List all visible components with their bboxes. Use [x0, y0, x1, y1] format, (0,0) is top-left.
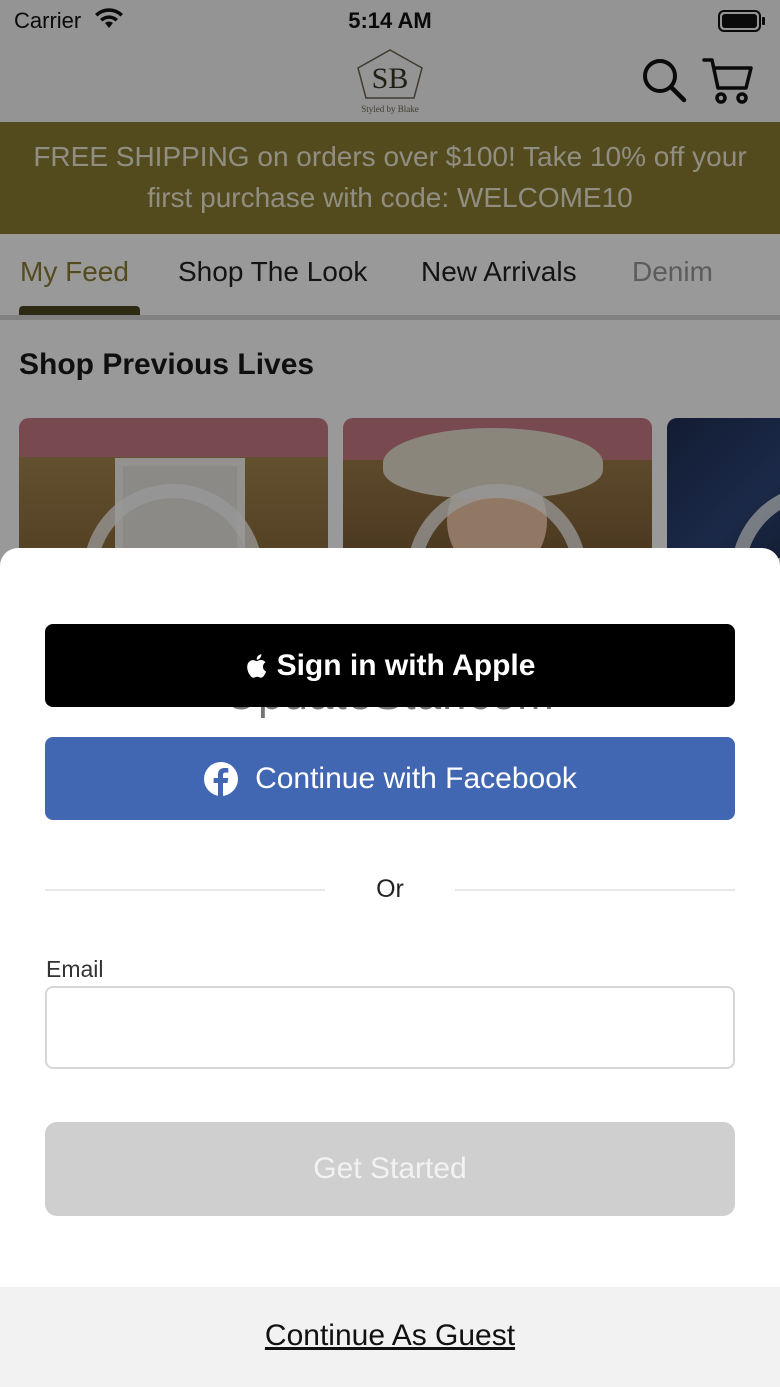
facebook-icon	[204, 761, 239, 797]
divider-right	[455, 889, 735, 891]
facebook-button-label: Continue with Facebook	[255, 761, 577, 795]
sign-in-sheet: Sign in with Apple Continue with Faceboo…	[0, 548, 780, 1387]
apple-icon	[246, 653, 266, 678]
email-label: Email	[46, 956, 104, 982]
sign-in-with-apple-button[interactable]: Sign in with Apple	[45, 624, 735, 707]
divider-left	[45, 889, 325, 891]
get-started-label: Get Started	[313, 1152, 467, 1185]
get-started-button[interactable]: Get Started	[45, 1122, 735, 1216]
continue-with-facebook-button[interactable]: Continue with Facebook	[45, 737, 735, 820]
apple-button-label: Sign in with Apple	[276, 648, 536, 682]
continue-as-guest-link[interactable]: Continue As Guest	[0, 1319, 780, 1353]
guest-bar: Continue As Guest	[0, 1287, 780, 1387]
email-field[interactable]	[45, 986, 735, 1069]
or-separator: Or	[376, 875, 404, 903]
